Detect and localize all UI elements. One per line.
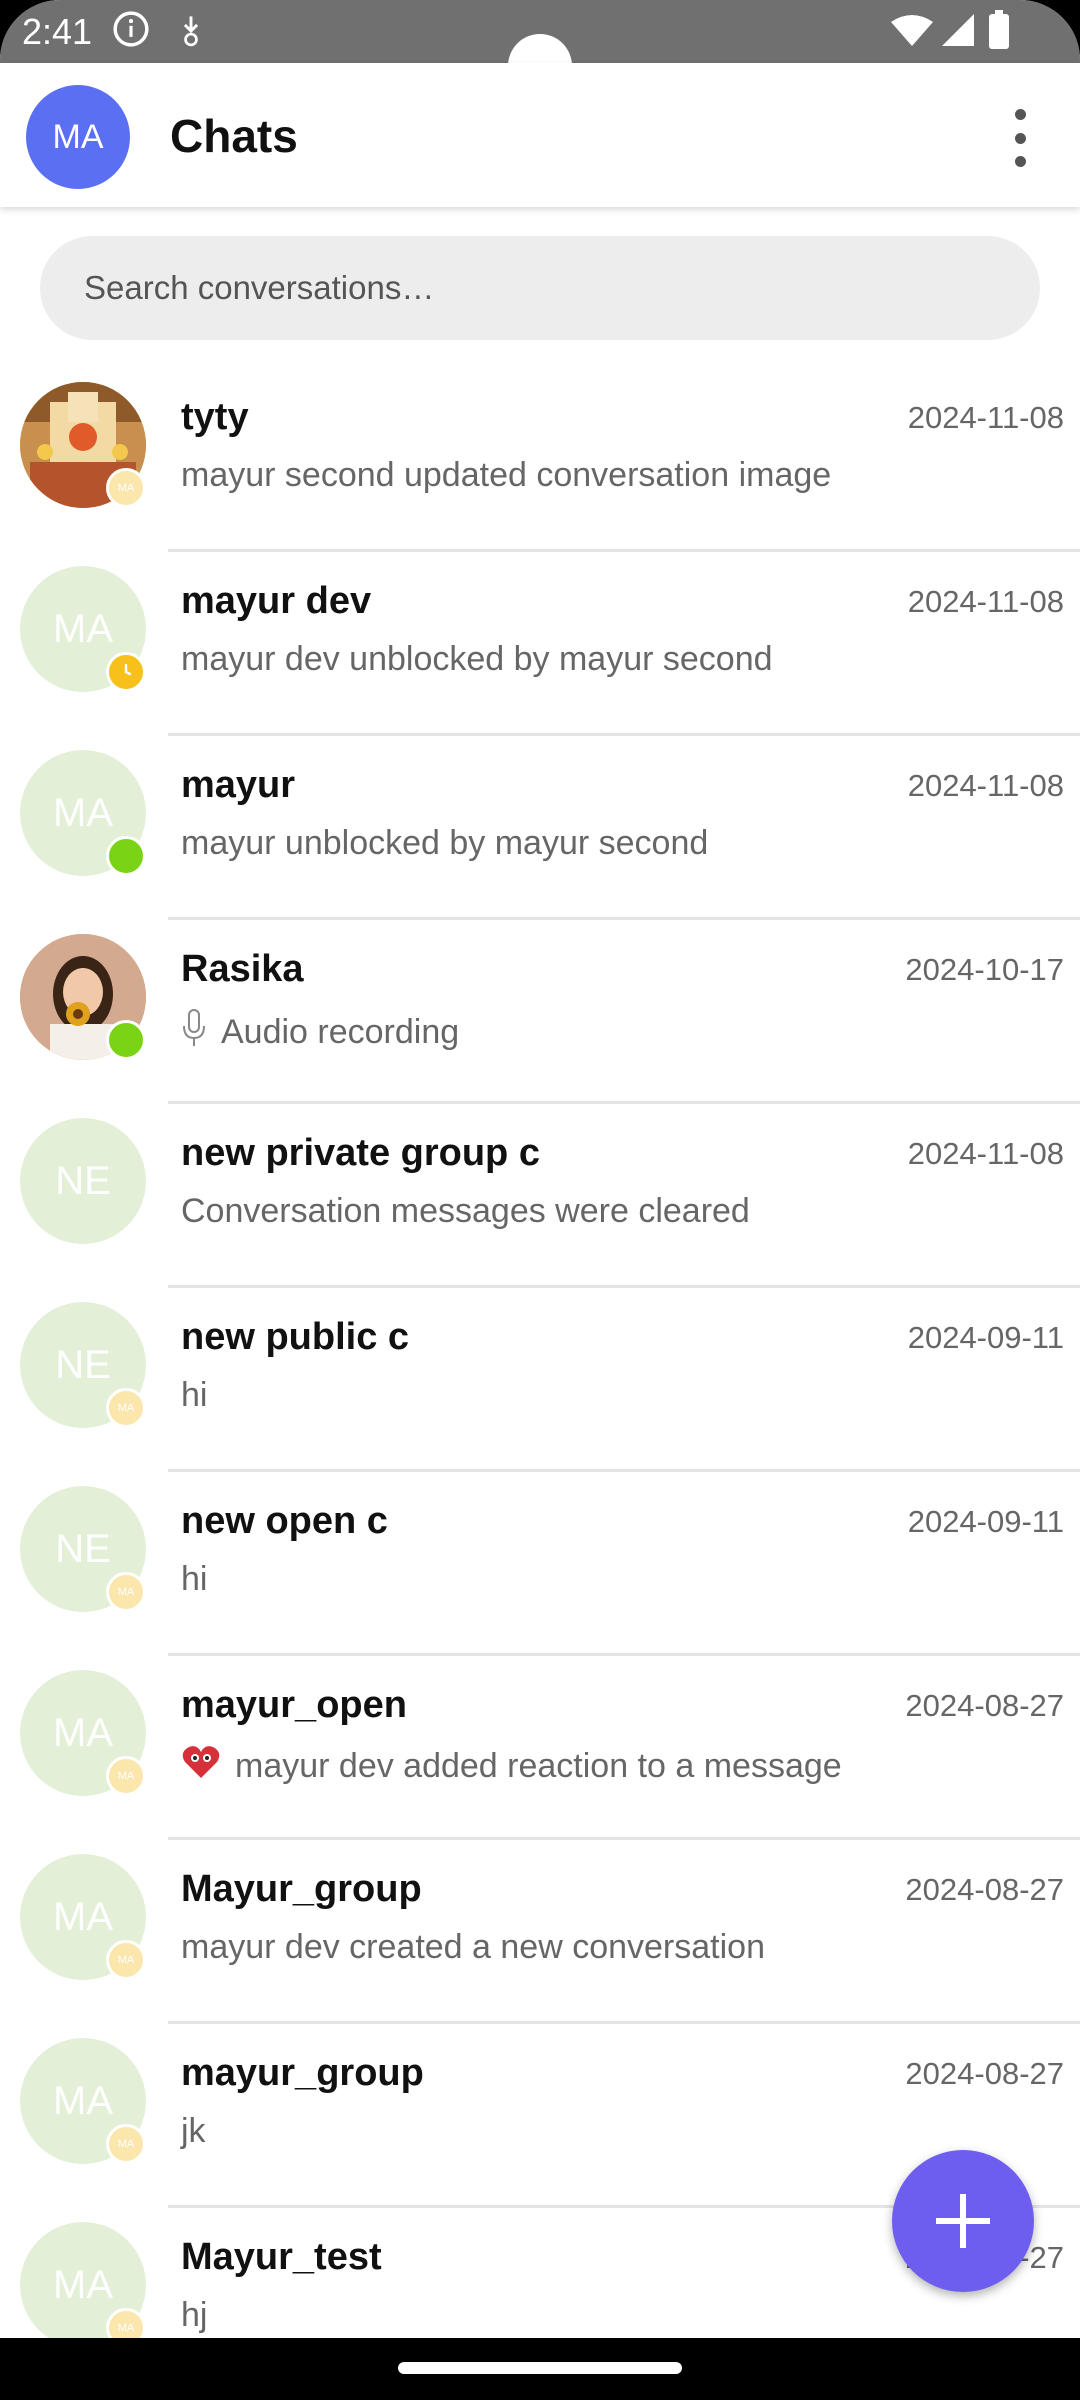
- more-options-icon[interactable]: [1000, 103, 1040, 173]
- away-status-icon: [106, 652, 146, 692]
- conversation-date: 2024-09-11: [907, 1504, 1064, 1539]
- conversation-list: MA tyty 2024-11-08 mayur second updated …: [0, 368, 1080, 2392]
- search-input[interactable]: [40, 236, 1040, 340]
- user-badge: MA: [106, 1756, 146, 1796]
- conversation-name: mayur dev: [181, 580, 372, 622]
- conversation-row[interactable]: MA MA Mayur_group 2024-08-27 mayur dev c…: [0, 1840, 1080, 2024]
- preview-text: jk: [181, 2112, 206, 2150]
- conversation-preview: mayur dev added reaction to a message: [181, 1744, 842, 1789]
- status-time: 2:41: [22, 11, 93, 52]
- plus-icon: [936, 2194, 990, 2248]
- conversation-name: Mayur_test: [181, 2236, 382, 2278]
- status-bar: 2:41: [0, 0, 1080, 98]
- wifi-icon: [890, 14, 934, 53]
- conversation-name: mayur_group: [181, 2052, 424, 2094]
- conversation-name: mayur: [181, 764, 296, 806]
- preview-text: mayur unblocked by mayur second: [181, 824, 709, 862]
- conversation-preview: mayur dev created a new conversation: [181, 1928, 765, 1967]
- new-conversation-button[interactable]: [892, 2150, 1034, 2292]
- conversation-date: 2024-08-27: [905, 2056, 1064, 2091]
- conversation-row[interactable]: MA tyty 2024-11-08 mayur second updated …: [0, 368, 1080, 552]
- conversation-row[interactable]: NE new private group c 2024-11-08 Conver…: [0, 1104, 1080, 1288]
- conversation-name: Rasika: [181, 948, 304, 990]
- conversation-row[interactable]: MA MA mayur_open 2024-08-27 mayur dev ad…: [0, 1656, 1080, 1840]
- conversation-avatar: NE: [20, 1118, 146, 1244]
- conversation-date: 2024-08-27: [905, 1688, 1064, 1723]
- conversation-name: new public c: [181, 1316, 410, 1358]
- conversation-row[interactable]: Rasika 2024-10-17 Audio recording: [0, 920, 1080, 1104]
- conversation-preview: hi: [181, 1560, 207, 1599]
- user-badge: MA: [106, 1940, 146, 1980]
- online-status-icon: [106, 1020, 146, 1060]
- mic-icon: [181, 1008, 207, 1057]
- home-gesture-handle[interactable]: [398, 2362, 682, 2374]
- conversation-date: 2024-09-11: [907, 1320, 1064, 1355]
- preview-text: hj: [181, 2296, 208, 2334]
- heart-eyes-icon: [181, 1744, 221, 1789]
- conversation-date: 2024-11-08: [907, 768, 1064, 803]
- page-title: Chats: [170, 110, 298, 162]
- conversation-row[interactable]: MA mayur 2024-11-08 mayur unblocked by m…: [0, 736, 1080, 920]
- preview-text: hi: [181, 1560, 208, 1598]
- user-badge: MA: [106, 1572, 146, 1612]
- preview-text: mayur dev created a new conversation: [181, 1928, 765, 1966]
- conversation-preview: Conversation messages were cleared: [181, 1192, 750, 1231]
- conversation-preview: mayur unblocked by mayur second: [181, 824, 708, 863]
- conversation-row[interactable]: NE MA new public c 2024-09-11 hi: [0, 1288, 1080, 1472]
- conversation-preview: mayur second updated conversation image: [181, 456, 831, 495]
- preview-text: mayur dev added reaction to a message: [235, 1747, 842, 1785]
- app-bar: MA Chats: [0, 63, 1080, 207]
- chat-list-screen: 2:41 MA Chats Search conversations… MA t…: [0, 0, 1080, 2400]
- conversation-name: Mayur_group: [181, 1868, 422, 1910]
- system-nav-bar: [0, 2338, 1080, 2400]
- preview-text: Conversation messages were cleared: [181, 1192, 750, 1230]
- conversation-preview: Audio recording: [181, 1008, 459, 1057]
- user-badge: MA: [106, 2124, 146, 2164]
- preview-text: mayur dev unblocked by mayur second: [181, 640, 773, 678]
- preview-text: Audio recording: [221, 1013, 460, 1051]
- conversation-date: 2024-08-27: [905, 1872, 1064, 1907]
- info-icon: [112, 10, 150, 53]
- preview-text: hi: [181, 1376, 208, 1414]
- conversation-date: 2024-10-17: [905, 952, 1064, 987]
- signal-icon: [940, 12, 976, 53]
- user-badge: MA: [106, 1388, 146, 1428]
- conversation-date: 2024-11-08: [907, 400, 1064, 435]
- online-status-icon: [106, 836, 146, 876]
- data-saver-icon: [176, 14, 206, 53]
- conversation-preview: mayur dev unblocked by mayur second: [181, 640, 773, 679]
- battery-icon: [988, 10, 1010, 55]
- conversation-preview: hj: [181, 2296, 207, 2335]
- profile-avatar[interactable]: MA: [26, 85, 130, 189]
- conversation-name: new private group c: [181, 1132, 540, 1174]
- conversation-name: mayur_open: [181, 1684, 407, 1726]
- preview-text: mayur second updated conversation image: [181, 456, 832, 494]
- user-badge: MA: [106, 468, 146, 508]
- conversation-preview: jk: [181, 2112, 206, 2151]
- conversation-row[interactable]: MA mayur dev 2024-11-08 mayur dev unbloc…: [0, 552, 1080, 736]
- conversation-name: tyty: [181, 396, 249, 438]
- conversation-name: new open c: [181, 1500, 388, 1542]
- conversation-preview: hi: [181, 1376, 207, 1415]
- conversation-row[interactable]: NE MA new open c 2024-09-11 hi: [0, 1472, 1080, 1656]
- conversation-date: 2024-11-08: [907, 1136, 1064, 1171]
- conversation-date: 2024-11-08: [907, 584, 1064, 619]
